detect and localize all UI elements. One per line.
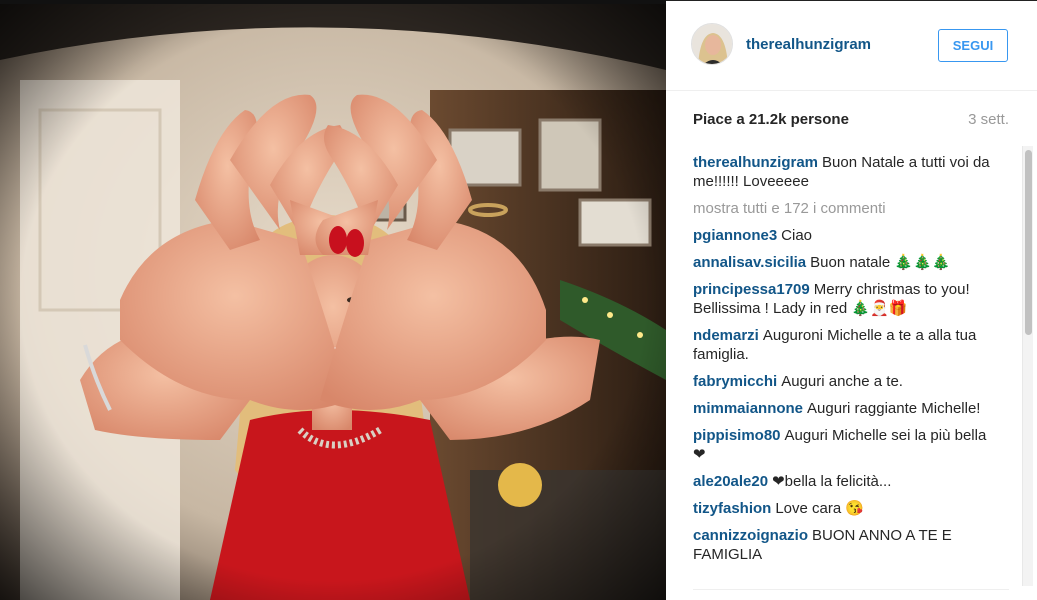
comment-text: Love cara 😘 <box>775 500 865 517</box>
post-photo[interactable] <box>0 0 666 600</box>
comment: ale20ale20 ❤bella la felicità... <box>693 472 993 491</box>
comments-scrollbar[interactable] <box>1022 146 1033 586</box>
comment: mimmaiannone Auguri raggiante Michelle! <box>693 399 993 418</box>
comment-text: Auguri raggiante Michelle! <box>807 400 981 417</box>
comment: cannizzoignazio BUON ANNO A TE E FAMIGLIA <box>693 526 993 564</box>
post-photo-illustration <box>0 0 666 600</box>
divider <box>693 589 1009 590</box>
photo-top-edge <box>0 0 666 4</box>
post-time[interactable]: 3 sett. <box>968 111 1009 128</box>
post-side-panel: therealhunzigram SEGUI Piace a 21.2k per… <box>666 0 1037 600</box>
comment: pgiannone3 Ciao <box>693 226 993 245</box>
post-header: therealhunzigram SEGUI <box>666 1 1037 91</box>
comment-user[interactable]: pippisimo80 <box>693 427 781 444</box>
caption: therealhunzigram Buon Natale a tutti voi … <box>693 153 993 191</box>
comment-text: ❤bella la felicità... <box>772 473 892 490</box>
comments-list: therealhunzigram Buon Natale a tutti voi … <box>693 153 993 593</box>
avatar-image <box>692 24 732 64</box>
comment: fabrymicchi Auguri anche a te. <box>693 372 993 391</box>
likes-count[interactable]: Piace a 21.2k persone <box>693 111 849 128</box>
comment-user[interactable]: pgiannone3 <box>693 227 777 244</box>
comment-user[interactable]: mimmaiannone <box>693 400 803 417</box>
follow-button[interactable]: SEGUI <box>938 29 1008 62</box>
comment-user[interactable]: fabrymicchi <box>693 373 777 390</box>
view-all-comments-link[interactable]: mostra tutti e 172 i commenti <box>693 199 993 218</box>
caption-user[interactable]: therealhunzigram <box>693 154 818 171</box>
comment: principessa1709 Merry christmas to you! B… <box>693 280 993 318</box>
comment: annalisav.sicilia Buon natale 🎄🎄🎄 <box>693 253 993 272</box>
author-username[interactable]: therealhunzigram <box>746 36 871 53</box>
comment: ndemarzi Auguroni Michelle a te a alla tu… <box>693 326 993 364</box>
scrollbar-thumb[interactable] <box>1025 150 1032 335</box>
likes-row: Piace a 21.2k persone 3 sett. <box>693 111 1009 131</box>
comment: tizyfashion Love cara 😘 <box>693 499 993 518</box>
avatar[interactable] <box>691 23 733 65</box>
comment-text: Auguri anche a te. <box>781 373 903 390</box>
comment-user[interactable]: ale20ale20 <box>693 473 768 490</box>
comment-user[interactable]: ndemarzi <box>693 327 759 344</box>
comment-user[interactable]: annalisav.sicilia <box>693 254 806 271</box>
comment-user[interactable]: tizyfashion <box>693 500 771 517</box>
comment: pippisimo80 Auguri Michelle sei la più be… <box>693 426 993 464</box>
comment-text: Buon natale 🎄🎄🎄 <box>810 254 951 271</box>
comment-user[interactable]: principessa1709 <box>693 281 810 298</box>
comment-text: Ciao <box>781 227 813 244</box>
comment-user[interactable]: cannizzoignazio <box>693 527 808 544</box>
